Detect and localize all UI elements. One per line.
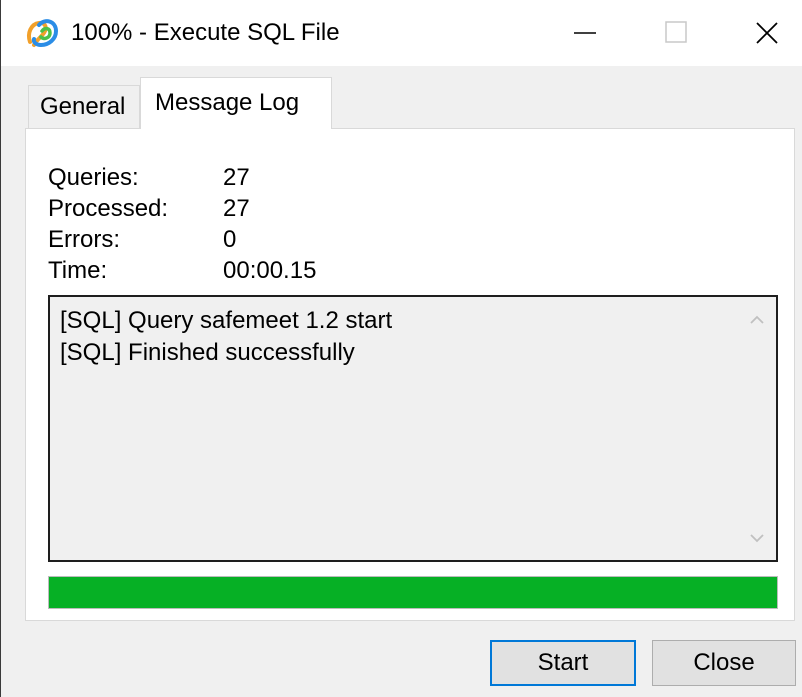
progress-bar [48, 576, 778, 609]
queries-value: 27 [223, 164, 250, 191]
scroll-up-button[interactable] [744, 307, 770, 333]
progress-bar-fill [49, 577, 777, 608]
window-title: 100% - Execute SQL File [71, 19, 340, 46]
tab-message-log[interactable]: Message Log [140, 77, 332, 129]
errors-value: 0 [223, 226, 237, 253]
minimize-icon [574, 32, 596, 34]
time-label: Time: [48, 257, 108, 284]
maximize-button[interactable] [627, 0, 715, 66]
message-log-textbox[interactable]: [SQL] Query safemeet 1.2 start [SQL] Fin… [48, 295, 778, 562]
chevron-up-icon [750, 315, 764, 324]
navicat-app-icon [25, 15, 61, 51]
close-window-button[interactable] [715, 0, 802, 66]
time-value: 00:00.15 [223, 257, 317, 284]
processed-label: Processed: [48, 195, 169, 222]
queries-label: Queries: [48, 164, 139, 191]
title-bar[interactable]: 100% - Execute SQL File [1, 0, 802, 66]
chevron-down-icon [750, 534, 764, 543]
minimize-button[interactable] [539, 0, 627, 66]
scroll-down-button[interactable] [744, 525, 770, 551]
close-icon [756, 22, 778, 44]
log-line: [SQL] Query safemeet 1.2 start [60, 307, 393, 334]
processed-value: 27 [223, 195, 250, 222]
maximize-icon [665, 21, 687, 43]
close-button[interactable]: Close [652, 640, 796, 686]
execute-sql-file-dialog: 100% - Execute SQL File General Message … [0, 0, 802, 697]
log-line: [SQL] Finished successfully [60, 339, 355, 366]
start-button[interactable]: Start [490, 640, 636, 686]
tab-general[interactable]: General [28, 85, 140, 128]
errors-label: Errors: [48, 226, 120, 253]
